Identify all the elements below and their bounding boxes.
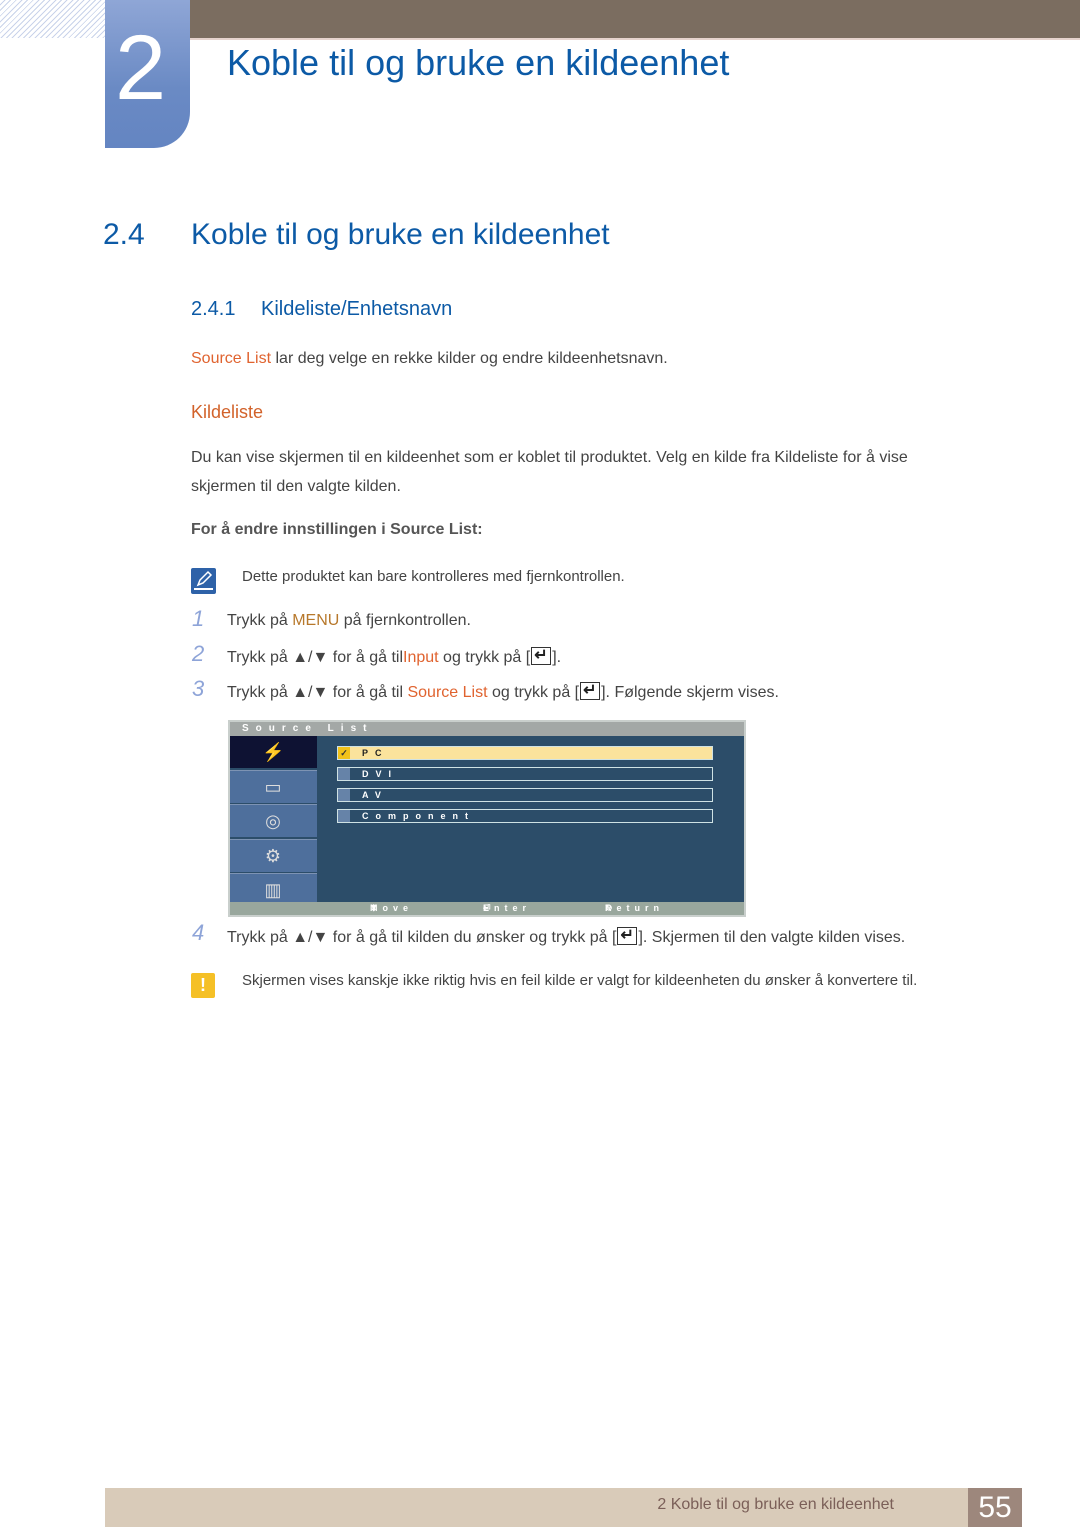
section-title: Koble til og bruke en kildeenhet bbox=[191, 218, 610, 251]
caution-icon: ! bbox=[191, 973, 215, 998]
step-text: Trykk på ▲/▼ for å gå til kilden du ønsk… bbox=[227, 925, 905, 947]
source-list-link: Source List bbox=[191, 350, 272, 367]
osd-source-item-pc[interactable]: ✓ PC bbox=[337, 746, 713, 760]
check-icon: ✓ bbox=[338, 747, 350, 759]
chapter-number: 2 bbox=[115, 17, 167, 119]
osd-title: Source List bbox=[230, 722, 744, 736]
osd-source-item-dvi[interactable]: DVI bbox=[337, 767, 713, 781]
source-list-label: Source List bbox=[407, 684, 488, 701]
header-hatch-decoration bbox=[0, 0, 105, 38]
step-text: Trykk på ▲/▼ for å gå tilInput og trykk … bbox=[227, 645, 561, 667]
chapter-number-badge: 2 bbox=[105, 0, 190, 148]
pencil-note-icon bbox=[191, 568, 216, 594]
note-text: Dette produktet kan bare kontrolleres me… bbox=[242, 568, 625, 585]
source-list-osd-screen: Source List ⚡ ▭ ◎ ⚙ ▥ ✓ PC DVI AV Compone… bbox=[228, 720, 746, 917]
osd-source-item-av[interactable]: AV bbox=[337, 788, 713, 802]
intro-paragraph: Source List lar deg velge en rekke kilde… bbox=[191, 344, 668, 373]
setup-icon: ⚙ bbox=[264, 845, 282, 866]
menu-key-label: MENU bbox=[292, 612, 340, 629]
chapter-title: Koble til og bruke en kildeenhet bbox=[227, 42, 730, 83]
osd-menu-sound[interactable]: ◎ bbox=[230, 804, 317, 837]
input-icon: ⚡ bbox=[262, 742, 285, 762]
procedure-label: For å endre innstillingen i Source List: bbox=[191, 521, 483, 538]
enter-key-icon bbox=[617, 925, 638, 945]
warning-text: Skjermen vises kanskje ikke riktig hvis … bbox=[242, 972, 918, 989]
step-number: 4 bbox=[192, 920, 205, 945]
subsection-number: 2.4.1 bbox=[191, 298, 236, 320]
paragraph-line: Du kan vise skjermen til en kildeenhet s… bbox=[191, 449, 908, 466]
sound-icon: ◎ bbox=[265, 811, 281, 831]
step-number: 1 bbox=[192, 606, 205, 631]
header-bar bbox=[190, 0, 1080, 40]
paragraph-line: skjermen til den valgte kilden. bbox=[191, 478, 401, 495]
step-text: Trykk på MENU på fjernkontrollen. bbox=[227, 612, 471, 629]
picture-icon: ▭ bbox=[264, 776, 282, 797]
page-number: 55 bbox=[968, 1488, 1022, 1527]
step-number: 2 bbox=[192, 641, 205, 666]
multi-control-icon: ▥ bbox=[264, 880, 282, 900]
enter-key-icon bbox=[531, 645, 552, 665]
osd-menu-setup[interactable]: ⚙ bbox=[230, 838, 317, 872]
section-number: 2.4 bbox=[103, 218, 145, 251]
osd-source-list: ✓ PC DVI AV Component bbox=[337, 746, 713, 830]
step-number: 3 bbox=[192, 676, 205, 701]
kildeliste-heading: Kildeliste bbox=[191, 402, 264, 422]
enter-key-icon bbox=[580, 680, 601, 700]
page-footer: 2 Koble til og bruke en kildeenhet 55 bbox=[105, 1488, 1022, 1527]
osd-sidebar: ⚡ ▭ ◎ ⚙ ▥ bbox=[230, 736, 317, 906]
step-text: Trykk på ▲/▼ for å gå til Source List og… bbox=[227, 680, 779, 702]
osd-footer: ⬍ Move ⏎ Enter ↻ Return bbox=[230, 902, 744, 915]
subsection-title: Kildeliste/Enhetsnavn bbox=[261, 298, 453, 320]
footer-chapter-title: 2 Koble til og bruke en kildeenhet bbox=[657, 1496, 894, 1513]
input-label: Input bbox=[403, 649, 439, 666]
kildeliste-paragraph: Du kan vise skjermen til en kildeenhet s… bbox=[191, 443, 908, 501]
intro-text: lar deg velge en rekke kilder og endre k… bbox=[271, 350, 668, 367]
osd-menu-picture[interactable]: ▭ bbox=[230, 769, 317, 803]
osd-source-item-component[interactable]: Component bbox=[337, 809, 713, 823]
osd-menu-input[interactable]: ⚡ bbox=[230, 736, 317, 768]
